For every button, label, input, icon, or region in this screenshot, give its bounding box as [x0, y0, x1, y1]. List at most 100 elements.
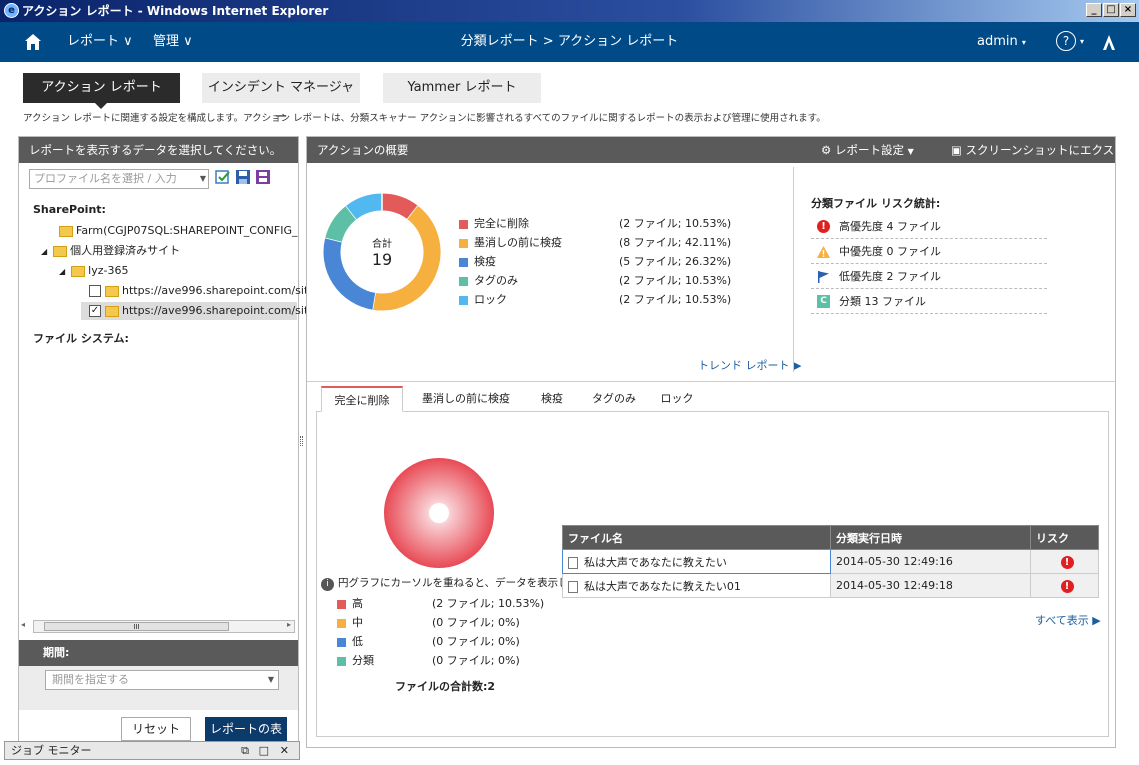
subtab-lock[interactable]: ロック	[657, 386, 697, 412]
classification-icon: C	[817, 295, 830, 308]
close-button[interactable]: ×	[1120, 3, 1136, 17]
risk-legend-item: 低	[337, 635, 363, 649]
tree-site-1[interactable]: https://ave996.sharepoint.com/sites	[89, 284, 321, 298]
period-select[interactable]: 期間を指定する ▼	[45, 670, 279, 690]
apply-profile-icon[interactable]	[215, 169, 231, 185]
chevron-down-icon: ▾	[1021, 38, 1026, 47]
chevron-right-icon: ▶	[1092, 614, 1101, 627]
page-description: アクション レポートに関連する設定を構成します。アクション レポートは、分類スキ…	[23, 113, 826, 124]
tab-action-report[interactable]: アクション レポート	[23, 73, 180, 103]
help-icon[interactable]: ?	[1056, 31, 1076, 51]
donut-total: 19	[371, 250, 393, 269]
tree-farm[interactable]: Farm(CGJP07SQL:SHAREPOINT_CONFIG_	[59, 224, 297, 238]
tree-site-2[interactable]: ✓ https://ave996.sharepoint.com/sites	[81, 302, 321, 320]
risk-row-low: 低優先度 2 ファイル	[811, 265, 1047, 289]
horizontal-scrollbar[interactable]: III	[33, 620, 295, 633]
risk-stats-title: 分類ファイル リスク統計:	[811, 197, 941, 210]
show-report-button[interactable]: レポートの表示	[205, 717, 287, 760]
reset-button[interactable]: リセット	[121, 717, 191, 741]
subtab-tag-only[interactable]: タグのみ	[589, 386, 639, 412]
user-menu[interactable]: admin ▾	[977, 22, 1026, 63]
chevron-down-icon: ▼	[907, 147, 914, 156]
subtab-quarantine[interactable]: 検疫	[532, 386, 572, 412]
site-1-checkbox[interactable]	[89, 285, 101, 297]
home-icon[interactable]	[24, 33, 42, 51]
donut-slice-1[interactable]	[381, 193, 418, 220]
file-table: ファイル名 分類実行日時 リスク 私は大声であなたに教えたい 2014-05-3…	[562, 525, 1099, 598]
risk-cell: !	[1030, 549, 1099, 574]
donut-slice-5[interactable]	[346, 193, 383, 220]
table-row[interactable]: 私は大声であなたに教えたい 2014-05-30 12:49:16 !	[562, 549, 1099, 574]
tree-lyz365[interactable]: ◢ lyz-365	[59, 264, 128, 279]
risk-pie-center	[429, 503, 449, 523]
file-name-cell[interactable]: 私は大声であなたに教えたい	[562, 549, 831, 574]
show-all-label: すべて表示	[1035, 614, 1089, 627]
file-name-cell[interactable]: 私は大声であなたに教えたい01	[562, 573, 831, 598]
legend-label: 高	[352, 597, 363, 610]
save-icon[interactable]	[235, 169, 251, 185]
legend-value: (2 ファイル; 10.53%)	[619, 217, 732, 230]
tree-personal-sites[interactable]: ◢ 個人用登録済みサイト	[41, 244, 180, 259]
col-exec-date[interactable]: 分類実行日時	[830, 525, 1031, 550]
chevron-down-icon: ▼	[199, 174, 206, 183]
maximize-icon[interactable]: □	[259, 742, 269, 759]
date-cell: 2014-05-30 12:49:16	[830, 549, 1031, 574]
risk-medium-label: 中優先度 0 ファイル	[839, 245, 941, 258]
avepoint-logo-icon[interactable]	[1100, 33, 1118, 51]
table-row[interactable]: 私は大声であなたに教えたい01 2014-05-30 12:49:18 !	[562, 573, 1099, 598]
splitter-handle[interactable]	[300, 436, 303, 446]
date-cell: 2014-05-30 12:49:18	[830, 573, 1031, 598]
risk-legend-value: (2 ファイル; 10.53%)	[432, 597, 545, 610]
subtab-quarantine-before-redact[interactable]: 墨消しの前に検疫	[417, 386, 515, 412]
col-risk[interactable]: リスク	[1030, 525, 1099, 550]
total-files: ファイルの合計数:2	[395, 680, 496, 693]
save-as-icon[interactable]	[255, 169, 271, 185]
menu-report[interactable]: レポート ∨	[67, 22, 133, 62]
close-icon[interactable]: ✕	[280, 742, 289, 759]
trend-report-link[interactable]: トレンド レポート ▶	[698, 357, 801, 373]
legend-label: 完全に削除	[474, 217, 529, 230]
user-name: admin	[977, 34, 1018, 49]
high-risk-icon: !	[1060, 555, 1074, 569]
data-selection-panel: レポートを表示するデータを選択してください。 プロファイル名を選択 / 入力 ▼ …	[18, 136, 321, 760]
legend-swatch	[337, 599, 346, 609]
col-file-name[interactable]: ファイル名	[562, 525, 831, 550]
risk-cell: !	[1030, 573, 1099, 598]
top-navbar: 分類レポート > アクション レポート レポート ∨ 管理 ∨ admin ▾ …	[0, 22, 1139, 62]
profile-combobox[interactable]: プロファイル名を選択 / 入力 ▼	[29, 169, 209, 189]
export-screenshot-button[interactable]: ▣ スクリーンショットにエクスポート	[951, 137, 1115, 189]
pie-hint: i 円グラフにカーソルを重ねると、データを表示します。	[321, 575, 599, 591]
profile-placeholder: プロファイル名を選択 / 入力	[34, 172, 177, 185]
job-monitor-bar: ジョブ モニター ⧉ □ ✕	[4, 741, 300, 760]
legend-swatch	[337, 656, 346, 666]
subtab-delete[interactable]: 完全に削除	[321, 386, 403, 412]
risk-classified-label: 分類 13 ファイル	[839, 295, 926, 308]
help-chevron-icon[interactable]: ▾	[1080, 22, 1084, 62]
tab-incident-manager[interactable]: インシデント マネージャー	[202, 73, 360, 125]
scroll-right-arrow[interactable]: ▸	[287, 620, 291, 629]
report-settings-button[interactable]: ⚙ レポート設定 ▼	[821, 137, 914, 165]
tab-yammer-report[interactable]: Yammer レポート	[383, 73, 541, 103]
legend-swatch	[337, 618, 346, 628]
chevron-right-icon: ▶	[793, 359, 802, 372]
risk-pie-chart[interactable]	[383, 457, 495, 569]
maximize-button[interactable]: □	[1103, 3, 1119, 17]
show-all-link[interactable]: すべて表示 ▶	[1035, 612, 1101, 628]
legend-swatch	[459, 276, 468, 286]
scroll-thumb[interactable]: III	[44, 622, 229, 631]
legend-label: タグのみ	[474, 274, 518, 287]
summary-divider	[793, 167, 794, 372]
site-icon	[105, 305, 119, 317]
risk-low-label: 低優先度 2 ファイル	[839, 270, 941, 283]
active-tab-pointer	[95, 103, 107, 109]
file-name: 私は大声であなたに教えたい01	[584, 579, 741, 593]
document-icon	[568, 556, 578, 569]
scroll-left-arrow[interactable]: ◂	[21, 620, 25, 629]
minimize-button[interactable]: _	[1086, 3, 1102, 17]
window-title-bar: e アクション レポート - Windows Internet Explorer…	[0, 0, 1139, 22]
site-2-checkbox[interactable]: ✓	[89, 305, 101, 317]
menu-manage[interactable]: 管理 ∨	[153, 22, 193, 62]
legend-swatch	[459, 295, 468, 305]
restore-icon[interactable]: ⧉	[241, 742, 249, 759]
chevron-down-icon: ▼	[267, 675, 274, 684]
